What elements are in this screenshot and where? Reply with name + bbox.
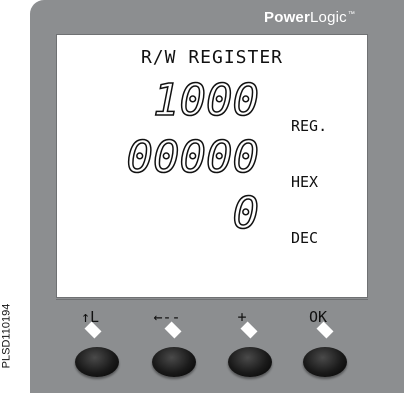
brand-logo: PowerLogic™ [264,9,355,26]
screen-title: R/W REGISTER [140,47,284,68]
softkey-button-1[interactable] [75,347,119,377]
lcd-display: R/W REGISTER 1000 REG. 00000 HEX 0 DEC [56,34,368,298]
figure-code: PLSD110194 [0,303,13,369]
brand-name-light: Logic [310,9,347,26]
softkey-label-plus: + [237,308,247,326]
softkey-button-2[interactable] [152,347,196,377]
dec-unit-label: DEC [291,229,319,247]
softkey-button-4[interactable] [303,347,347,377]
trademark-mark: ™ [347,11,356,18]
softkey-label-left: ←-- [153,308,181,326]
hex-value: 00000 [126,132,260,183]
softkey-label-ok: OK [308,308,328,326]
dec-value: 0 [232,188,260,239]
brand-name-bold: Power [264,9,311,26]
hex-unit-label: HEX [291,173,319,191]
softkey-button-3[interactable] [228,347,272,377]
register-unit-label: REG. [291,117,328,135]
register-value: 1000 [152,75,259,126]
